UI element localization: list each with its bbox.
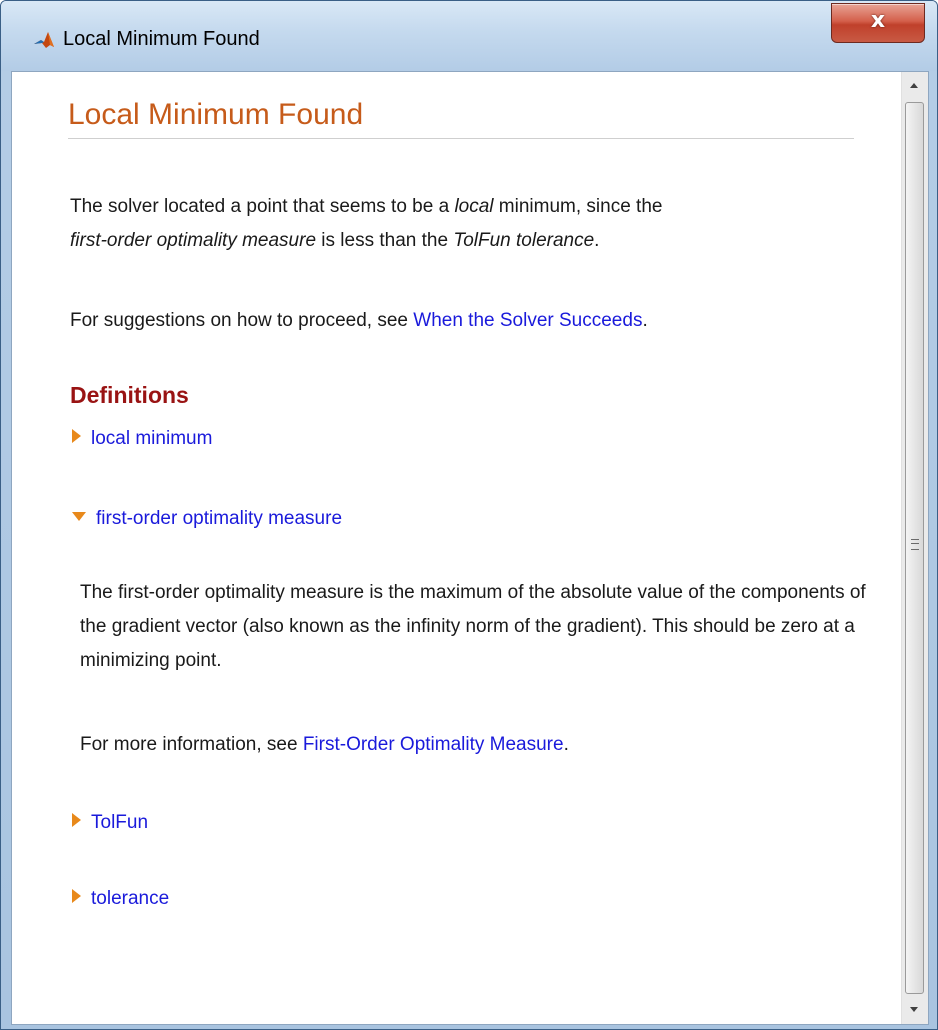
help-content: Local Minimum Found The solver located a… xyxy=(12,72,902,1024)
scroll-thumb[interactable] xyxy=(905,102,924,994)
vertical-scrollbar[interactable] xyxy=(901,72,928,1024)
content-frame: Local Minimum Found The solver located a… xyxy=(11,71,929,1025)
expand-triangle-icon xyxy=(72,889,81,903)
definition-tolfun[interactable]: TolFun xyxy=(72,812,148,834)
collapse-triangle-icon xyxy=(72,512,86,521)
matlab-logo-icon xyxy=(34,32,54,48)
scroll-up-button[interactable] xyxy=(902,72,928,100)
more-info-paragraph: For more information, see First-Order Op… xyxy=(80,734,569,755)
expand-triangle-icon xyxy=(72,813,81,827)
definition-first-order-optimality[interactable]: first-order optimality measure xyxy=(72,508,342,530)
when-solver-succeeds-link[interactable]: When the Solver Succeeds xyxy=(413,310,642,331)
suggestion-paragraph: For suggestions on how to proceed, see W… xyxy=(70,310,648,331)
close-icon: x xyxy=(870,8,886,33)
close-button[interactable]: x xyxy=(831,3,925,43)
arrow-up-icon xyxy=(910,83,918,88)
page-title: Local Minimum Found xyxy=(68,98,854,139)
arrow-down-icon xyxy=(910,1007,918,1012)
definition-tolerance[interactable]: tolerance xyxy=(72,888,169,910)
scroll-down-button[interactable] xyxy=(902,996,928,1024)
dialog-window: Local Minimum Found x Local Minimum Foun… xyxy=(0,0,938,1030)
definition-body: The first-order optimality measure is th… xyxy=(80,582,866,671)
window-title: Local Minimum Found xyxy=(63,28,260,50)
title-bar[interactable]: Local Minimum Found x xyxy=(1,1,937,71)
expand-triangle-icon xyxy=(72,429,81,443)
grip-icon xyxy=(911,539,919,550)
intro-paragraph: The solver located a point that seems to… xyxy=(70,196,663,251)
definition-local-minimum[interactable]: local minimum xyxy=(72,428,212,450)
definitions-heading: Definitions xyxy=(70,382,189,408)
first-order-optimality-link[interactable]: First-Order Optimality Measure xyxy=(303,734,564,755)
